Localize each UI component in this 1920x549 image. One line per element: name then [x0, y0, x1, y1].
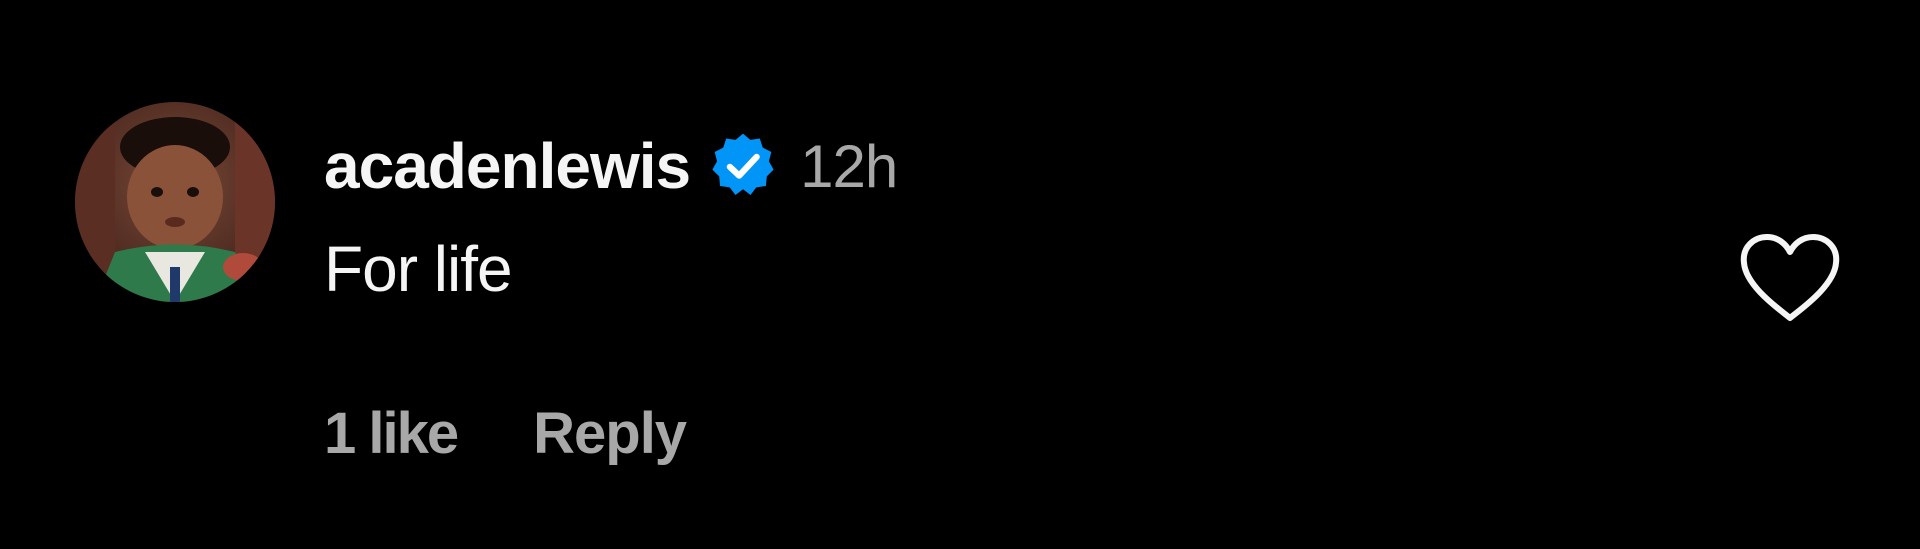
like-button[interactable]: [1738, 232, 1842, 324]
username-link[interactable]: acadenlewis: [324, 129, 691, 203]
heart-outline-icon: [1740, 234, 1840, 321]
avatar-image: [75, 102, 275, 302]
comment-header: acadenlewis 12h: [324, 124, 898, 208]
comment-timestamp[interactable]: 12h: [800, 132, 898, 201]
comment: acadenlewis 12h For life 1 like Reply: [0, 0, 1920, 549]
comment-actions: 1 like Reply: [324, 400, 687, 467]
likes-count-link[interactable]: 1 like: [324, 400, 459, 467]
reply-button[interactable]: Reply: [533, 400, 687, 467]
verified-badge-icon: [708, 131, 778, 201]
avatar[interactable]: [75, 102, 275, 302]
comment-text: For life: [324, 233, 513, 305]
